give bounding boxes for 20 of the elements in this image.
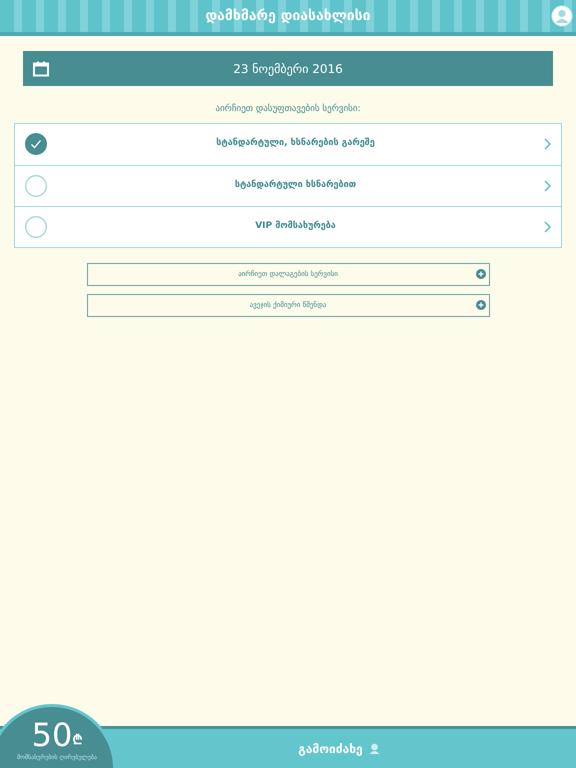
person-icon [368,743,380,754]
chevron-right-icon [544,180,551,192]
plus-icon [476,300,486,310]
app-title: დამხმარე დიასახლისი [206,6,370,26]
date-text: 23 ნოემბერი 2016 [232,60,344,78]
radio-icon[interactable] [25,174,47,196]
currency-symbol: ₾ [72,732,82,750]
checked-radio-icon[interactable] [25,133,47,155]
chevron-right-icon [544,138,551,150]
date-bar[interactable]: 23 ნოემბერი 2016 [23,51,553,86]
service-label: სტანდარტული ხსნარებით [234,178,358,192]
user-icon[interactable] [551,5,573,27]
radio-icon[interactable] [25,216,47,238]
price-amount: 50 [32,717,72,753]
plus-icon [476,269,486,279]
service-label: სტანდარტული, ხსნარების გარეშე [215,137,376,150]
service-label: VIP მომსახურება [254,220,337,233]
service-prompt: აირჩიეთ დასუფთავების სერვისი: [215,103,361,116]
calendar-icon [33,60,49,76]
chevron-right-icon [544,220,551,232]
